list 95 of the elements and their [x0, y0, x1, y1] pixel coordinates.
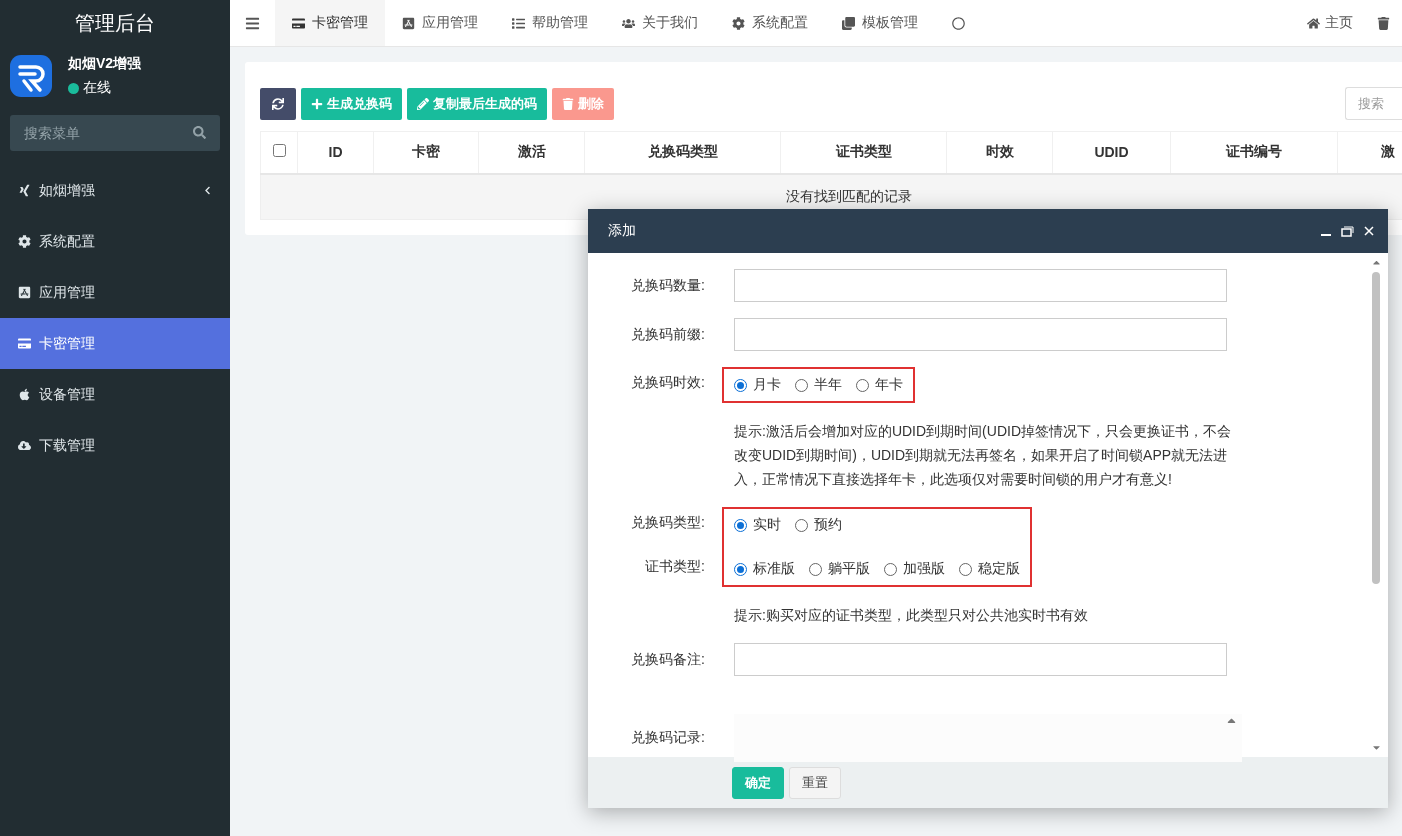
radio-label: 年卡 [875, 376, 903, 394]
sidebar-item[interactable]: 设备管理 [0, 369, 230, 420]
radio-button[interactable] [795, 518, 808, 532]
trash-icon [1377, 16, 1390, 30]
radio-label: 半年 [814, 376, 842, 394]
column-header: ID [297, 131, 374, 174]
nav-tab[interactable]: 卡密管理 [275, 0, 385, 46]
home-link[interactable]: 主页 [1295, 0, 1365, 46]
status-text: 在线 [83, 79, 111, 97]
radio-button[interactable] [959, 562, 972, 576]
app-icon [18, 286, 31, 299]
nav-tab[interactable]: 帮助管理 [495, 0, 605, 46]
close-icon [1364, 226, 1374, 236]
hint-text: 提示:购买对应的证书类型，此类型只对公共池实时书有效 [734, 606, 1089, 625]
column-header: 激 [1337, 131, 1402, 174]
cloud-download-icon [18, 439, 31, 452]
column-header: 兑换码类型 [584, 131, 781, 174]
radio-option[interactable]: 稳定版 [959, 560, 1020, 578]
radio-label: 标准版 [753, 560, 795, 578]
nav-tab[interactable]: 关于我们 [605, 0, 715, 46]
column-header: 证书编号 [1170, 131, 1338, 174]
radio-button[interactable] [809, 562, 822, 576]
card-icon [292, 16, 305, 30]
text-input[interactable] [734, 643, 1227, 676]
column-header: 时效 [946, 131, 1053, 174]
home-icon [1307, 16, 1320, 30]
column-header: 激活 [478, 131, 585, 174]
text-input[interactable] [734, 318, 1227, 351]
refresh-button[interactable] [260, 87, 296, 120]
radio-option[interactable]: 标准版 [734, 560, 795, 578]
sidebar-item[interactable]: 应用管理 [0, 267, 230, 318]
field-label: 兑换码备注: [630, 649, 706, 669]
sidebar-item[interactable]: 下载管理 [0, 420, 230, 471]
radio-button[interactable] [795, 378, 808, 392]
column-header: 证书类型 [780, 131, 947, 174]
column-header: 卡密 [373, 131, 479, 174]
refresh-icon [272, 97, 284, 110]
gear-icon [732, 16, 745, 30]
radio-option[interactable]: 年卡 [856, 376, 903, 394]
sidebar-item[interactable]: 如烟增强 [0, 165, 230, 216]
trash-icon [562, 97, 574, 110]
pencil-icon [417, 97, 429, 110]
radio-option[interactable]: 月卡 [734, 376, 781, 394]
maximize-icon [1341, 225, 1354, 237]
close-button[interactable] [1364, 226, 1374, 236]
radio-label: 预约 [814, 516, 842, 534]
x-icon [18, 184, 31, 197]
radio-option[interactable]: 加强版 [884, 560, 945, 578]
radio-label: 稳定版 [978, 560, 1020, 578]
radio-label: 实时 [753, 516, 781, 534]
field-label: 兑换码类型: [630, 513, 706, 532]
radio-button[interactable] [734, 518, 747, 532]
column-header: UDID [1052, 131, 1171, 174]
radio-label: 加强版 [903, 560, 945, 578]
logo-icon [10, 55, 52, 97]
radio-option[interactable]: 实时 [734, 516, 781, 534]
text-input[interactable] [734, 269, 1227, 302]
radio-button[interactable] [734, 378, 747, 392]
select-all-checkbox[interactable] [272, 144, 286, 158]
nav-tab[interactable]: 模板管理 [825, 0, 935, 46]
sidebar-item[interactable]: 系统配置 [0, 216, 230, 267]
radio-option[interactable]: 预约 [795, 516, 842, 534]
radio-button[interactable] [734, 562, 747, 576]
sidebar-item[interactable]: 卡密管理 [0, 318, 230, 369]
apple-icon [18, 388, 31, 401]
field-label: 兑换码时效: [630, 373, 706, 392]
menu-search-field[interactable]: 搜索菜单 [10, 115, 220, 151]
radio-option[interactable]: 躺平版 [809, 560, 870, 578]
user-name: 如烟V2增强 [68, 55, 142, 73]
field-label: 兑换码前缀: [630, 324, 706, 344]
radio-button[interactable] [884, 562, 897, 576]
field-label: 兑换码数量: [630, 275, 706, 295]
field-label: 证书类型: [644, 557, 706, 576]
plus-icon [311, 97, 323, 110]
radio-option[interactable]: 半年 [795, 376, 842, 394]
users-icon [622, 16, 635, 30]
hint-text: 提示:激活后会增加对应的UDID到期时间(UDID掉签情况下，只会更换证书，不会改变UDID到期时间)，UDID到期就无法再签名，如果开启了时间锁APP就无法进入，正常情况下直接选择年卡，此选项仅对需要时间锁的用户才有意义! [734, 422, 1232, 489]
nav-tab[interactable]: 系统配置 [715, 0, 825, 46]
gear-icon [18, 235, 31, 248]
maximize-button[interactable] [1341, 225, 1354, 237]
radio-label: 月卡 [753, 376, 781, 394]
menu-icon [245, 15, 260, 31]
search-icon [193, 126, 206, 139]
radio-label: 躺平版 [828, 560, 870, 578]
windows-icon [842, 16, 855, 30]
sidebar-title: 管理后台 [74, 11, 156, 36]
reset-button[interactable]: 重置 [789, 766, 841, 799]
app-icon [402, 16, 415, 30]
list-icon [512, 16, 525, 30]
nav-tab[interactable]: 应用管理 [385, 0, 495, 46]
field-label: 兑换码记录: [630, 728, 706, 747]
radio-button[interactable] [856, 378, 869, 392]
dialog-title: 添加 [608, 222, 637, 240]
search-field[interactable]: 搜索 [1345, 87, 1402, 120]
card-icon [18, 337, 31, 350]
